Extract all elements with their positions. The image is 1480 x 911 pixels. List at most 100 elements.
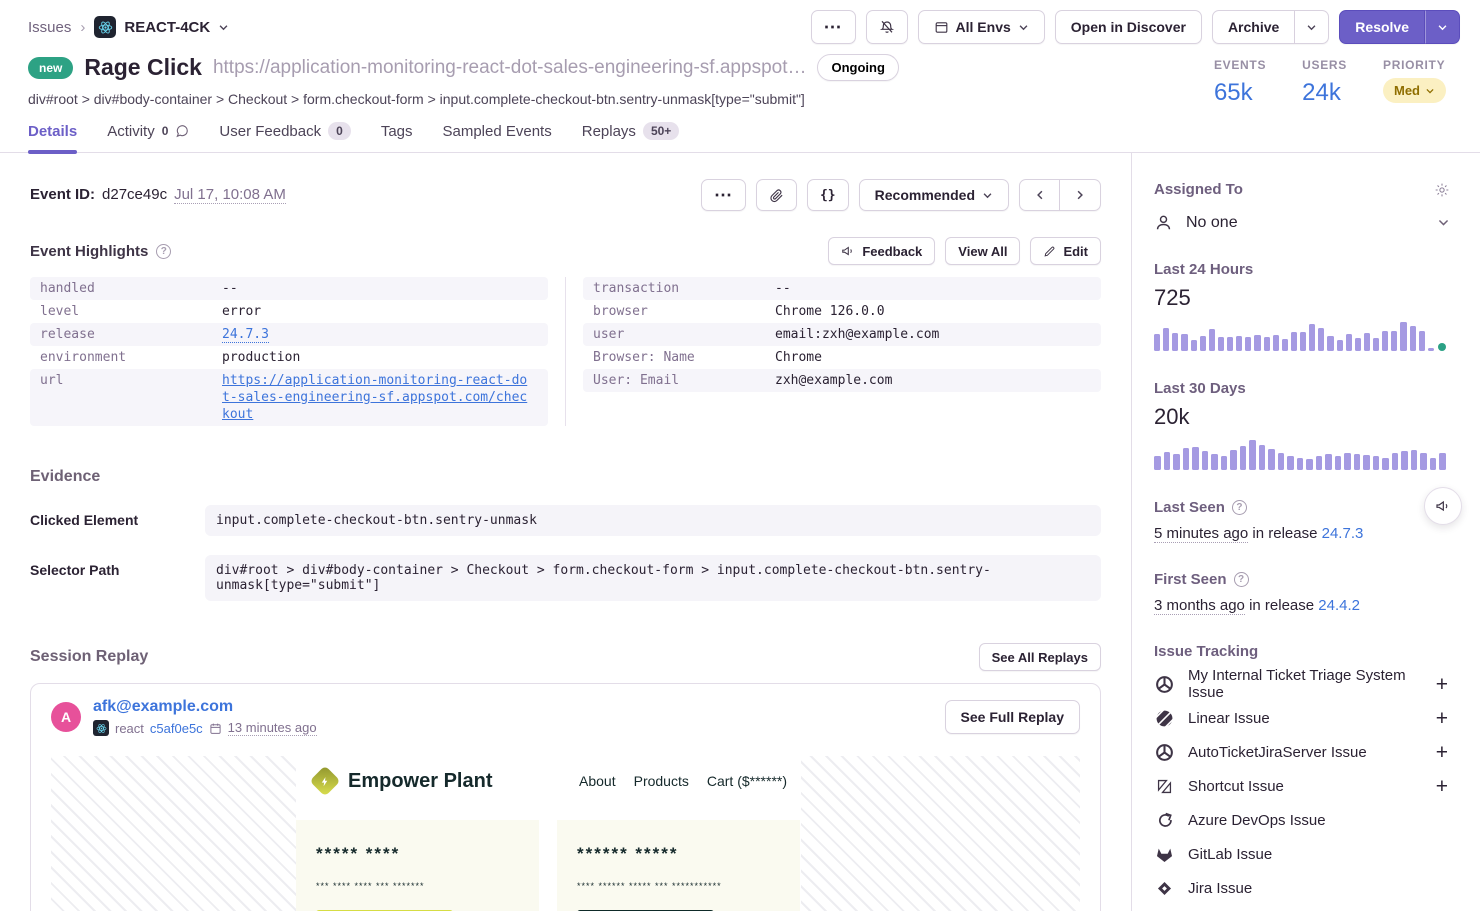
tab-label: Sampled Events [443,123,552,140]
help-icon[interactable]: ? [156,244,171,259]
chevron-down-icon [982,190,993,201]
help-icon[interactable]: ? [1234,572,1249,587]
chart-bar [1297,458,1304,470]
chart-bar [1363,455,1370,470]
tab[interactable]: Sampled Events [443,122,552,152]
assignee-selector[interactable]: No one [1154,213,1450,232]
chart-bar [1209,329,1215,351]
tab[interactable]: Activity 0 [107,122,189,152]
replay-user-link[interactable]: afk@example.com [93,698,945,716]
highlight-value-text: 24.7.3 [222,327,269,343]
issue-tracking-item[interactable]: Shortcut Issue + [1154,769,1450,803]
chart-bar [1278,453,1285,470]
chevron-left-icon [1034,189,1046,201]
archive-options-button[interactable] [1295,10,1329,44]
chart-bar [1183,448,1190,470]
resolve-button[interactable]: Resolve [1339,10,1425,44]
last-30-days-title: Last 30 Days [1154,380,1450,397]
event-link-button[interactable] [756,179,797,211]
chart-bar [1344,453,1351,470]
highlight-value: -- [222,280,238,297]
issue-tracking-item[interactable]: Azure DevOps Issue + [1154,803,1450,837]
create-issue-plus-button[interactable]: + [1434,742,1450,763]
environment-filter-label: All Envs [956,19,1011,35]
edit-highlights-button[interactable]: Edit [1030,237,1101,265]
substatus-badge[interactable]: Ongoing [817,54,898,81]
create-issue-plus-button[interactable]: + [1434,776,1450,797]
tab[interactable]: Replays 50+ [582,122,680,152]
highlight-key: release [40,326,222,343]
chart-bar [1202,451,1209,470]
feedback-button[interactable]: Feedback [828,237,935,265]
highlight-value: -- [775,280,791,297]
first-seen-release-link[interactable]: 24.4.2 [1318,597,1360,614]
issue-tracking-list: My Internal Ticket Triage System Issue +… [1154,667,1450,905]
archive-button[interactable]: Archive [1212,10,1295,44]
issue-tracking-item[interactable]: GitLab Issue + [1154,837,1450,871]
tab[interactable]: Details [28,122,77,152]
shortcut-icon [1154,777,1174,796]
help-icon[interactable]: ? [1232,500,1247,515]
issue-tracking-label: Linear Issue [1188,710,1434,727]
events-count-link[interactable]: 65k [1214,79,1266,107]
more-actions-button[interactable]: ⋯ [811,10,856,44]
evidence-label: Clicked Element [30,505,205,528]
project-selector[interactable]: REACT-4CK [94,16,229,38]
create-issue-plus-button[interactable]: + [1434,674,1450,695]
last-seen-release-link[interactable]: 24.7.3 [1322,525,1364,542]
first-seen-section: First Seen ? 3 months ago in release 24.… [1154,571,1450,614]
breadcrumb-issues-link[interactable]: Issues [28,19,71,36]
event-json-button[interactable]: {} [807,179,849,211]
evidence-section: Evidence Clicked Element input.complete-… [30,468,1101,601]
open-in-discover-button[interactable]: Open in Discover [1055,10,1202,44]
event-highlights-header: Event Highlights ? Feedback View All Edi… [30,237,1101,265]
pencil-icon [1043,245,1056,258]
highlight-value-text: Chrome 126.0.0 [775,304,885,319]
see-full-replay-button[interactable]: See Full Replay [945,700,1080,734]
environment-filter-button[interactable]: All Envs [918,10,1045,44]
events-sparkline-30d[interactable] [1154,440,1446,470]
highlight-key: level [40,303,222,320]
chart-bar [1154,456,1161,470]
event-navigation-row: Event ID: d27ce49c Jul 17, 10:08 AM ⋯ {}… [30,179,1101,211]
issue-tracking-item[interactable]: My Internal Ticket Triage System Issue + [1154,667,1450,701]
replay-card: A afk@example.com react c5af0e5c 13 minu… [30,683,1101,911]
create-issue-plus-button[interactable]: + [1434,708,1450,729]
last-seen-section: Last Seen ? 5 minutes ago in release 24.… [1154,499,1450,542]
resolve-options-button[interactable] [1425,10,1460,44]
issue-tracking-item[interactable]: AutoTicketJiraServer Issue + [1154,735,1450,769]
mute-alerts-button[interactable] [866,10,908,44]
event-sort-dropdown[interactable]: Recommended [859,179,1009,211]
tab-label: User Feedback [219,123,321,140]
issue-tracking-item[interactable]: Jira Issue + [1154,871,1450,905]
tab[interactable]: User Feedback 0 [219,122,350,152]
last-seen-title: Last Seen [1154,499,1225,516]
issue-tracking-label: My Internal Ticket Triage System Issue [1188,667,1434,701]
first-seen-ago: 3 months ago [1154,597,1245,615]
chart-bar [1172,333,1178,351]
braces-icon: {} [820,188,836,203]
new-badge: new [28,57,73,79]
assignee-value: No one [1186,214,1424,232]
see-all-replays-button[interactable]: See All Replays [979,643,1101,671]
next-event-button[interactable] [1060,179,1101,211]
evidence-row: Selector Path div#root > div#body-contai… [30,555,1101,601]
highlight-key: user [593,326,775,343]
users-count-link[interactable]: 24k [1302,79,1347,107]
view-all-button[interactable]: View All [945,237,1020,265]
events-sparkline-24h[interactable] [1154,321,1446,351]
feedback-fab[interactable] [1424,487,1462,525]
previous-event-button[interactable] [1019,179,1060,211]
priority-dropdown[interactable]: Med [1383,78,1446,103]
replay-id-link[interactable]: c5af0e5c [150,721,203,736]
chart-bar [1420,453,1427,470]
tab[interactable]: Tags [381,122,413,152]
event-highlights-title: Event Highlights [30,243,148,260]
event-more-button[interactable]: ⋯ [701,179,746,211]
highlight-value-text: https://application-monitoring-react-dot… [222,373,527,422]
chart-bar [1236,336,1242,351]
issue-tracking-item[interactable]: Linear Issue + [1154,701,1450,735]
gear-icon[interactable] [1434,182,1450,198]
event-timestamp[interactable]: Jul 17, 10:08 AM [174,186,286,204]
replay-viewport[interactable]: Empower Plant About Products Cart ($****… [51,756,1080,911]
